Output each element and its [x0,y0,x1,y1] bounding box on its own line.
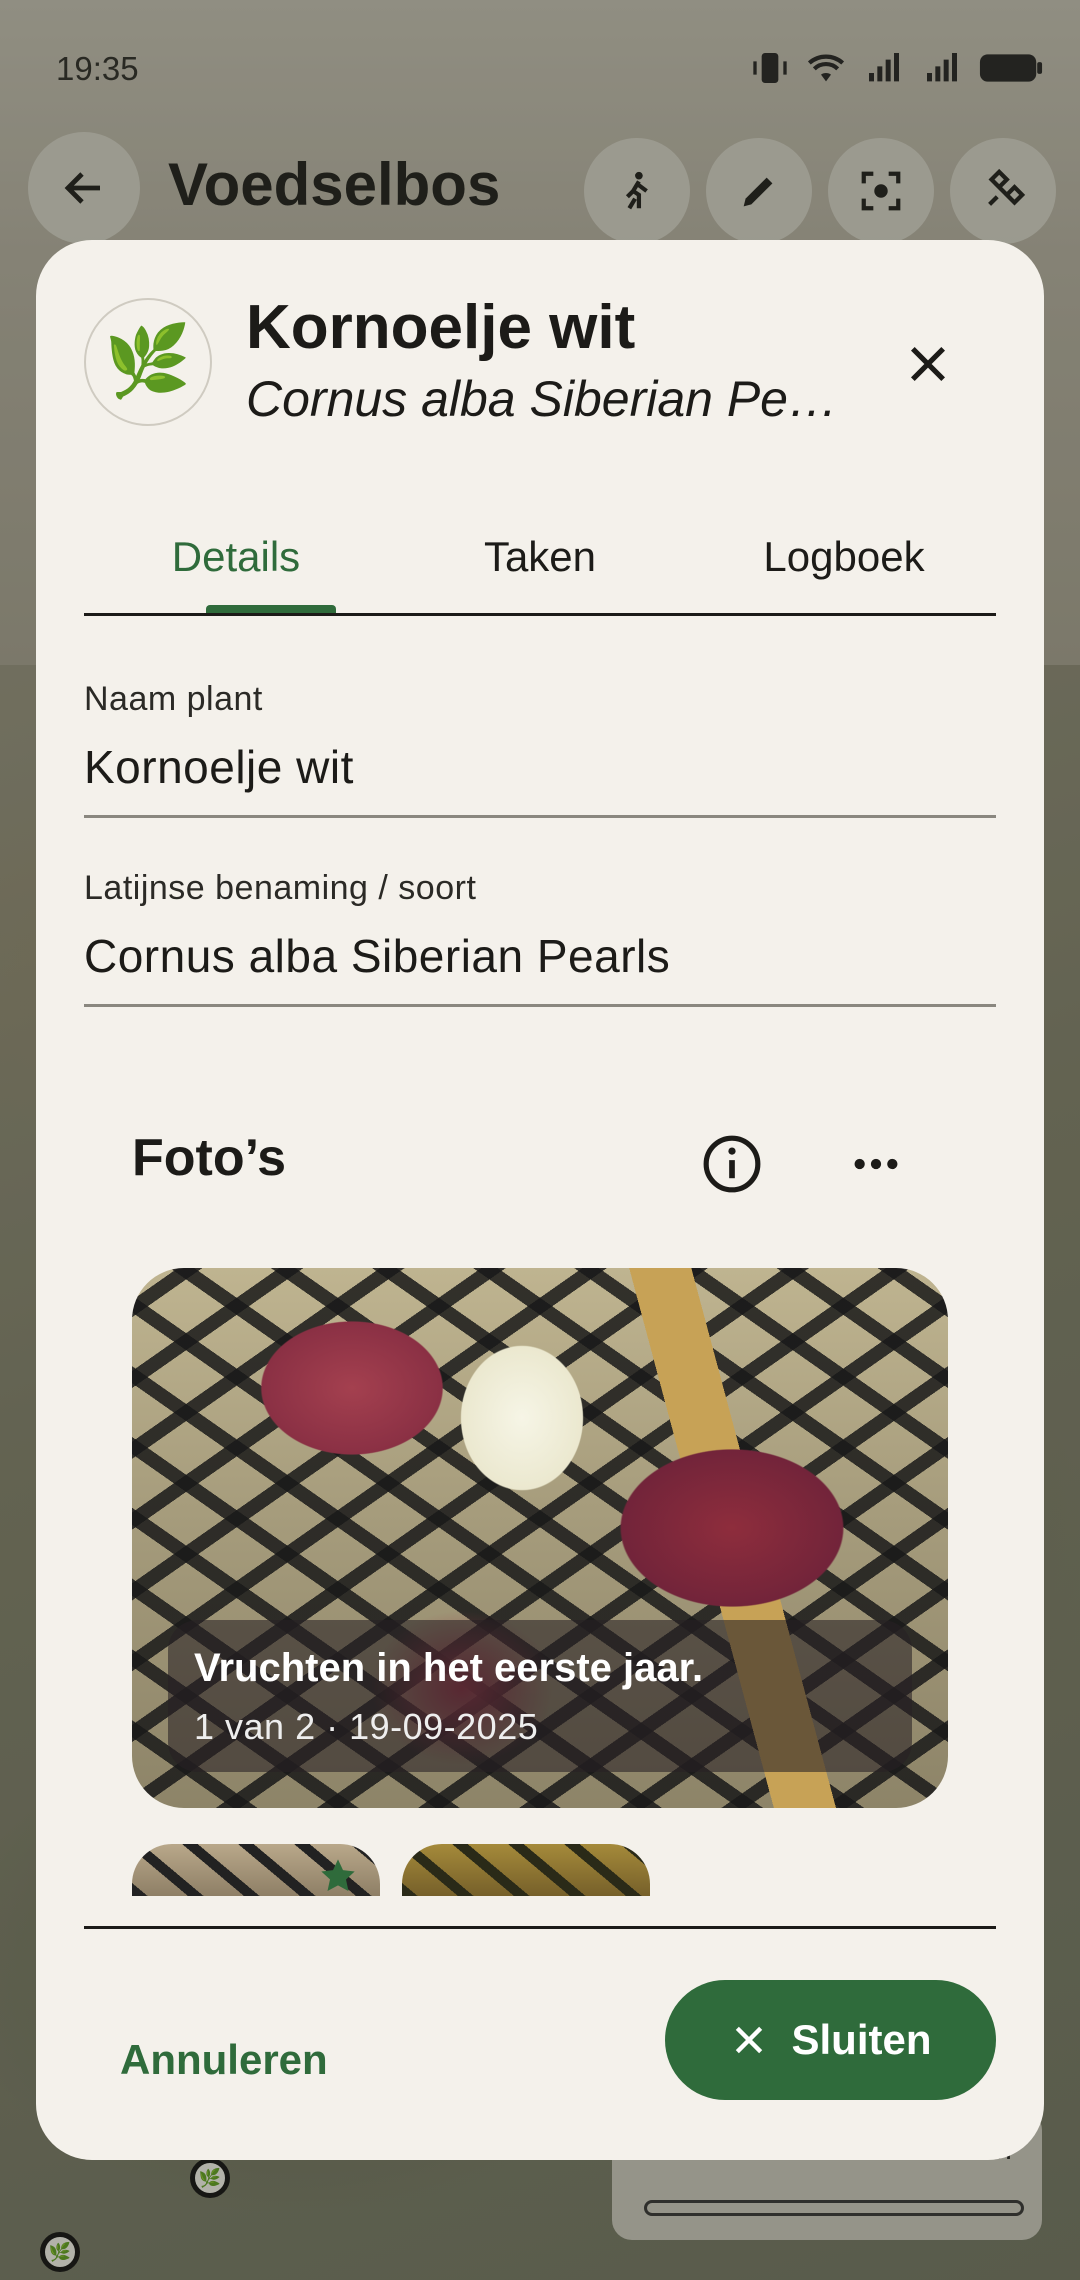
star-icon [321,1859,355,1892]
photos-more-button[interactable] [836,1124,916,1204]
photos-heading: Foto’s [132,1129,287,1187]
close-icon [910,346,946,382]
close-button[interactable] [892,328,964,400]
latin-name-label: Latijnse benaming / soort [84,869,477,907]
photo-caption: Vruchten in het eerste jaar. 1 van 2 · 1… [168,1620,912,1772]
cancel-button[interactable]: Annuleren [120,2000,328,2120]
more-horizontal-icon [854,1158,898,1170]
tab-bar: Details Taken Logboek [84,502,996,616]
latin-name-field[interactable]: Latijnse benaming / soort Cornus alba Si… [84,843,996,1007]
latin-name-value[interactable]: Cornus alba Siberian Pearls [84,929,670,983]
tab-logboek[interactable]: Logboek [692,502,996,612]
dialog-title: Kornoelje wit [246,293,636,362]
close-dialog-label: Sluiten [791,2016,932,2063]
photo-caption-meta: 1 van 2 · 19-09-2025 [194,1706,539,1747]
tab-indicator [206,605,336,613]
photo-thumbnail[interactable] [402,1844,650,1896]
plant-name-field[interactable]: Naam plant Kornoelje wit [84,654,996,818]
photo-caption-text: Vruchten in het eerste jaar. [194,1646,704,1690]
plant-detail-dialog: 🌿 Kornoelje wit Cornus alba Siberian Pea… [36,240,1044,2160]
photo-thumbnail[interactable] [132,1844,380,1896]
close-icon [736,2026,763,2054]
close-dialog-button[interactable]: Sluiten [665,1980,996,2100]
photos-info-button[interactable] [692,1124,772,1204]
tab-details[interactable]: Details [84,502,388,612]
leaf-icon: 🌿 [104,322,192,400]
plant-avatar: 🌿 [84,298,212,426]
dialog-subtitle: Cornus alba Siberian Pearls [246,371,846,427]
plant-photo[interactable]: Vruchten in het eerste jaar. 1 van 2 · 1… [132,1268,948,1808]
info-icon [703,1135,761,1193]
plant-name-label: Naam plant [84,680,263,718]
tab-taken[interactable]: Taken [388,502,692,612]
plant-name-value[interactable]: Kornoelje wit [84,740,354,794]
footer-divider [84,1926,996,1929]
